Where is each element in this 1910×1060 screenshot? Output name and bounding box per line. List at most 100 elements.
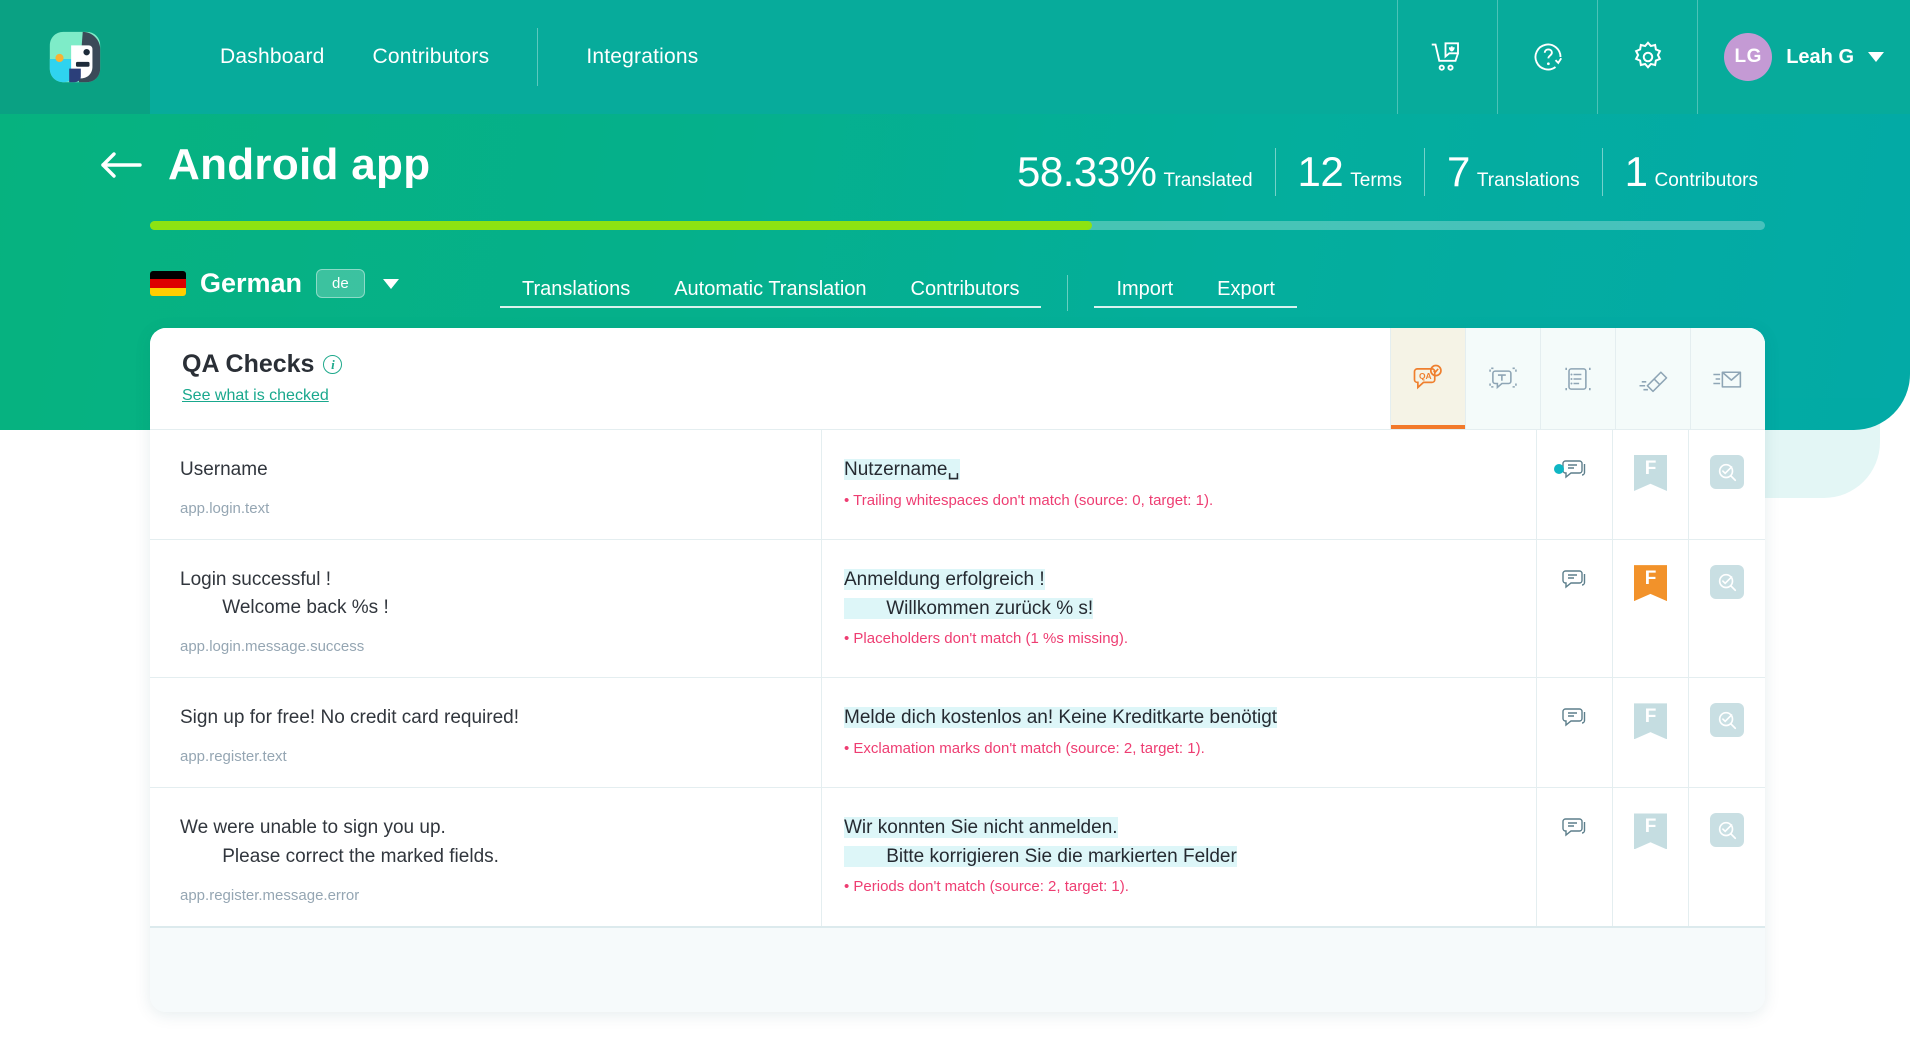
comment-icon bbox=[1558, 813, 1592, 843]
user-name: Leah G bbox=[1786, 45, 1854, 68]
qa-error-message: • Placeholders don't match (1 %s missing… bbox=[844, 630, 1129, 648]
source-cell: We were unable to sign you up. Please co… bbox=[150, 788, 822, 926]
approve-icon-glyph bbox=[1718, 463, 1737, 482]
avatar: LG bbox=[1724, 33, 1773, 81]
target-text[interactable]: Melde dich kostenlos an! Keine Kreditkar… bbox=[844, 707, 1278, 729]
back-arrow-glyph bbox=[101, 152, 142, 178]
help-question-icon-glyph bbox=[1534, 43, 1562, 71]
target-cell[interactable]: Wir konnten Sie nicht anmelden. Bitte ko… bbox=[822, 788, 1537, 926]
tab-translations[interactable]: Translations bbox=[500, 278, 653, 308]
glossary-list-icon bbox=[1565, 366, 1591, 391]
approve-icon-glyph bbox=[1718, 573, 1737, 592]
table-row: Login successful ! Welcome back %s ! app.… bbox=[150, 539, 1765, 678]
stat-value: 12 bbox=[1297, 148, 1344, 195]
gear-icon-glyph bbox=[1634, 41, 1661, 69]
fuzzy-badge: F bbox=[1634, 813, 1667, 850]
tab-divider bbox=[1067, 275, 1069, 311]
approve-button[interactable] bbox=[1689, 788, 1765, 925]
comment-button[interactable] bbox=[1537, 788, 1613, 926]
comment-icon bbox=[1553, 455, 1592, 485]
app-logo[interactable] bbox=[0, 0, 150, 114]
nav-dashboard[interactable]: Dashboard bbox=[196, 0, 349, 114]
approve-icon-glyph bbox=[1718, 822, 1737, 840]
user-menu[interactable]: LG Leah G bbox=[1697, 0, 1910, 114]
tab-automatic-translation[interactable]: Automatic Translation bbox=[652, 278, 889, 308]
chevron-down-icon bbox=[1868, 52, 1884, 62]
translation-key: app.register.message.error bbox=[180, 886, 360, 904]
target-text[interactable]: Nutzername␣ bbox=[844, 459, 960, 480]
approve-button[interactable] bbox=[1689, 430, 1765, 539]
target-cell[interactable]: Melde dich kostenlos an! Keine Kreditkar… bbox=[822, 678, 1537, 788]
stat-label: Translations bbox=[1476, 170, 1580, 191]
language-code-badge[interactable]: de bbox=[316, 269, 365, 298]
approve-icon bbox=[1710, 565, 1744, 600]
page-title: Android app bbox=[168, 140, 431, 189]
translation-progress-bar bbox=[150, 221, 1765, 230]
target-text[interactable]: Wir konnten Sie nicht anmelden. Bitte ko… bbox=[844, 817, 1237, 867]
target-cell[interactable]: Anmeldung erfolgreich ! Willkommen zurüc… bbox=[822, 540, 1537, 678]
tab-terms[interactable] bbox=[1465, 328, 1540, 429]
source-cell: Login successful ! Welcome back %s ! app.… bbox=[150, 540, 822, 678]
qa-checks-card: QA Checks i See what is checked QA Usern… bbox=[150, 328, 1765, 1012]
progress-fill bbox=[150, 221, 1093, 230]
table-row: Username app.login.text Nutzername␣ • Trail… bbox=[150, 429, 1765, 540]
tab-glossary[interactable] bbox=[1540, 328, 1615, 429]
card-header: QA Checks i See what is checked QA bbox=[150, 328, 1765, 429]
unread-comment-dot bbox=[1553, 464, 1564, 474]
send-mail-icon bbox=[1713, 370, 1742, 388]
fuzzy-badge: F bbox=[1634, 703, 1667, 740]
qa-checks-icon: QA bbox=[1413, 364, 1442, 389]
tab-import[interactable]: Import bbox=[1094, 278, 1196, 308]
tab-send[interactable] bbox=[1690, 328, 1765, 429]
comment-icon-glyph bbox=[1561, 708, 1585, 727]
tab-eraser[interactable] bbox=[1615, 328, 1690, 429]
project-stats: 58.33% Translated 12 Terms 7 Translation… bbox=[995, 148, 1780, 196]
terms-text-icon bbox=[1489, 367, 1517, 389]
fuzzy-badge: F bbox=[1634, 565, 1667, 602]
stat-translated: 58.33% Translated bbox=[995, 148, 1275, 196]
card-footer-empty-area bbox=[150, 925, 1765, 1012]
approve-icon bbox=[1710, 813, 1744, 848]
qa-title-row: QA Checks i bbox=[182, 350, 1390, 379]
primary-nav-links: Dashboard Contributors Integrations bbox=[150, 0, 722, 114]
see-what-is-checked-link[interactable]: See what is checked bbox=[182, 387, 329, 405]
language-selector[interactable]: German de bbox=[150, 268, 399, 299]
tab-export[interactable]: Export bbox=[1195, 278, 1297, 308]
fuzzy-flag-button[interactable]: F bbox=[1613, 430, 1689, 540]
help-question-icon[interactable] bbox=[1497, 0, 1597, 114]
stat-translations: 7 Translations bbox=[1423, 148, 1602, 196]
approve-icon bbox=[1710, 703, 1744, 738]
comment-button[interactable] bbox=[1537, 430, 1613, 540]
tab-contributors[interactable]: Contributors bbox=[888, 278, 1042, 308]
info-icon[interactable]: i bbox=[323, 355, 343, 374]
qa-rows-table: Username app.login.text Nutzername␣ • Trail… bbox=[150, 429, 1765, 926]
gear-icon[interactable] bbox=[1597, 0, 1697, 114]
shop-cart-icon[interactable] bbox=[1397, 0, 1497, 114]
fuzzy-flag-button[interactable]: F bbox=[1613, 540, 1689, 678]
source-cell: Username app.login.text bbox=[150, 430, 822, 540]
chevron-down-icon[interactable] bbox=[382, 278, 399, 289]
nav-contributors[interactable]: Contributors bbox=[349, 0, 514, 114]
source-text: We were unable to sign you up. Please co… bbox=[180, 817, 499, 867]
target-text[interactable]: Anmeldung erfolgreich ! Willkommen zurüc… bbox=[844, 569, 1094, 619]
target-cell[interactable]: Nutzername␣ • Trailing whitespaces don't … bbox=[822, 430, 1537, 540]
comment-icon bbox=[1558, 565, 1592, 595]
tab-qa-checks[interactable]: QA bbox=[1390, 328, 1465, 429]
stat-contributors: 1 Contributors bbox=[1601, 148, 1780, 196]
nav-integrations[interactable]: Integrations bbox=[562, 0, 722, 114]
card-title: QA Checks bbox=[182, 350, 315, 378]
comment-icon-glyph bbox=[1561, 818, 1585, 837]
top-navigation-bar: Dashboard Contributors Integrations LG L… bbox=[0, 0, 1910, 114]
approve-button[interactable] bbox=[1689, 540, 1765, 677]
section-tabs: Translations Automatic Translation Contr… bbox=[500, 275, 1297, 311]
app-logo-icon bbox=[49, 31, 101, 83]
fuzzy-flag-button[interactable]: F bbox=[1613, 788, 1689, 926]
back-arrow-icon[interactable] bbox=[98, 147, 144, 183]
stat-label: Translated bbox=[1163, 170, 1253, 191]
comment-button[interactable] bbox=[1537, 678, 1613, 788]
approve-button[interactable] bbox=[1689, 678, 1765, 787]
approve-icon-glyph bbox=[1718, 712, 1737, 730]
comment-button[interactable] bbox=[1537, 540, 1613, 678]
fuzzy-flag-button[interactable]: F bbox=[1613, 678, 1689, 788]
